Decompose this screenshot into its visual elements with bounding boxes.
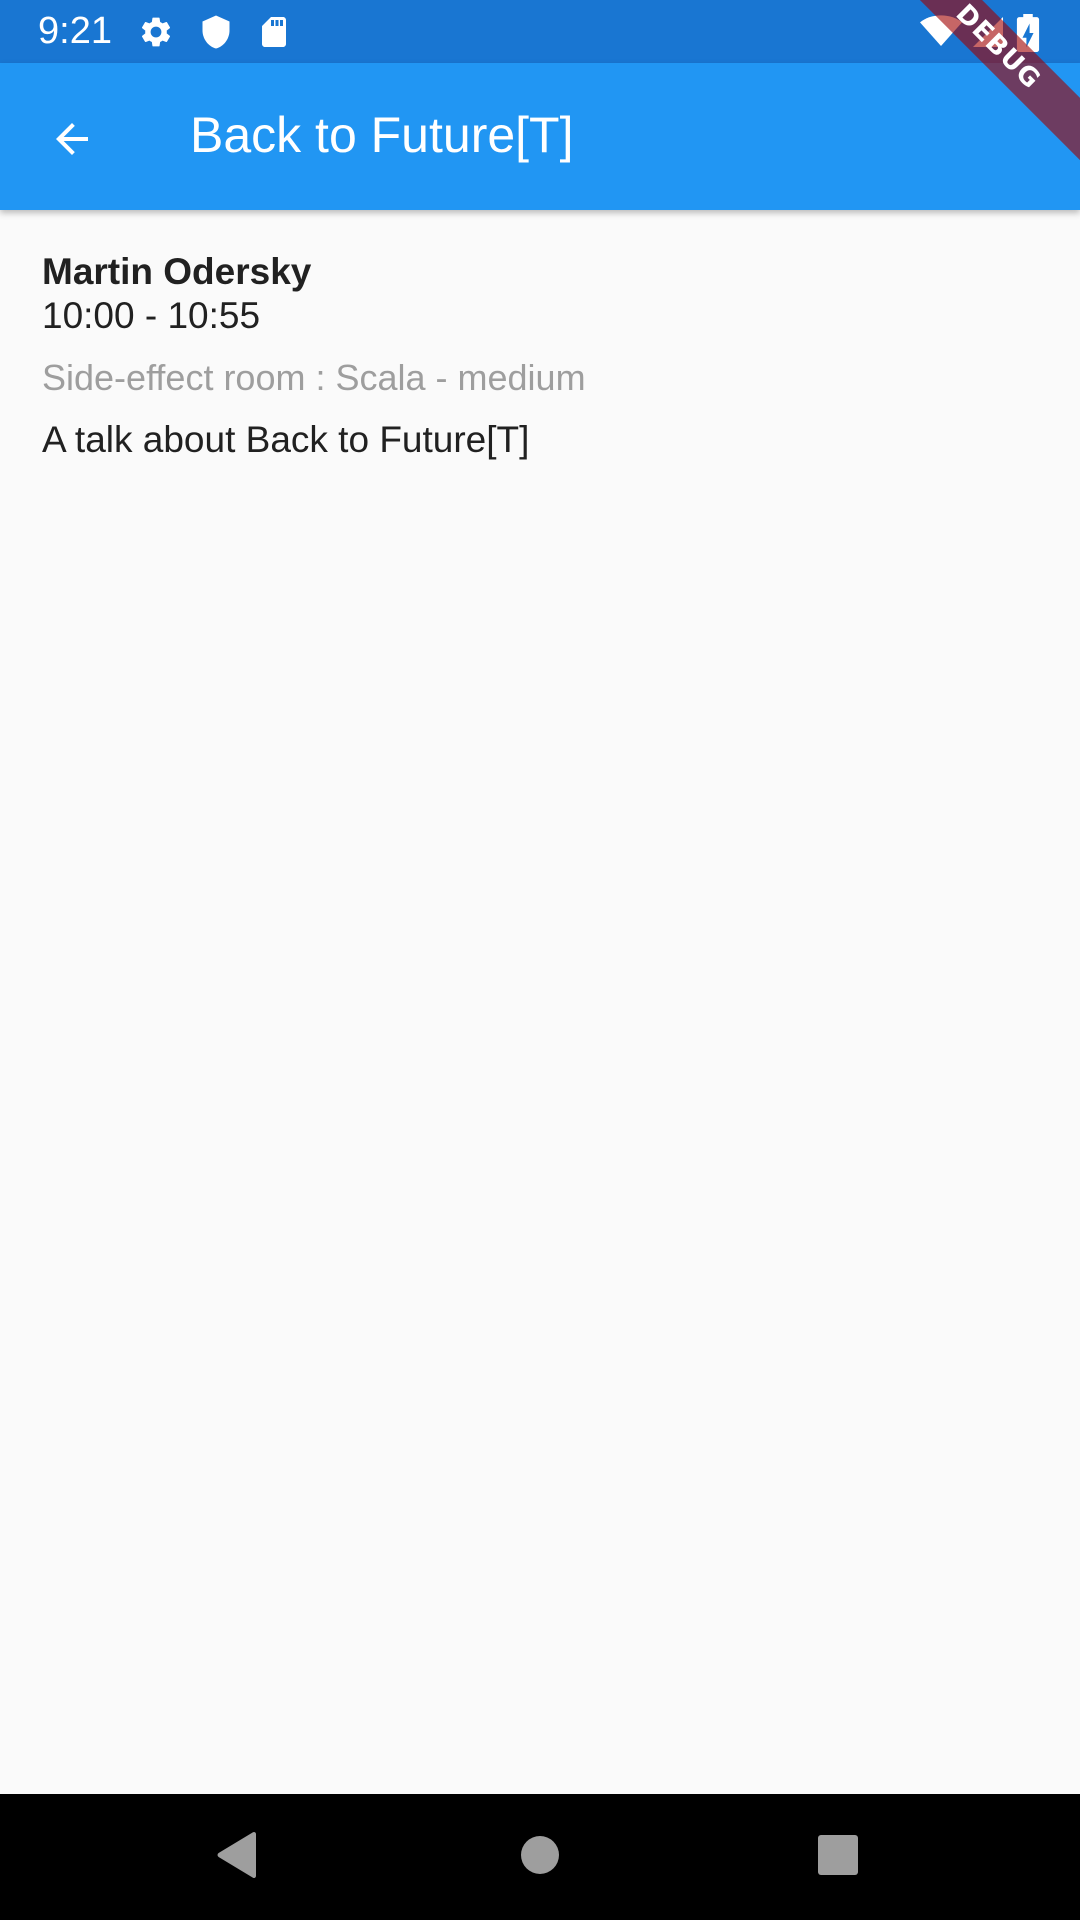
talk-time: 10:00 - 10:55 xyxy=(42,295,261,336)
shield-icon xyxy=(198,14,234,55)
status-time: 9:21 xyxy=(38,10,112,52)
back-triangle-icon xyxy=(216,1831,260,1884)
recents-square-icon xyxy=(818,1834,858,1880)
talk-description: A talk about Back to Future[T] xyxy=(42,419,530,460)
navigation-bar xyxy=(0,1794,1080,1920)
status-bar: 9:21 xyxy=(0,0,1080,63)
sd-card-icon xyxy=(256,14,292,55)
nav-home-button[interactable] xyxy=(505,1822,575,1892)
arrow-back-icon xyxy=(48,115,96,168)
nav-recents-button[interactable] xyxy=(803,1822,873,1892)
speaker-name: Martin Odersky xyxy=(42,251,312,292)
nav-back-button[interactable] xyxy=(203,1822,273,1892)
app-bar: Back to Future[T] xyxy=(0,63,1080,210)
back-button[interactable] xyxy=(30,99,114,183)
page-title: Back to Future[T] xyxy=(190,107,574,163)
talk-room: Side-effect room : Scala - medium xyxy=(42,357,586,398)
talk-details: Martin Odersky 10:00 - 10:55 Side-effect… xyxy=(42,250,1038,462)
gear-icon xyxy=(138,14,174,55)
home-circle-icon xyxy=(520,1835,560,1880)
